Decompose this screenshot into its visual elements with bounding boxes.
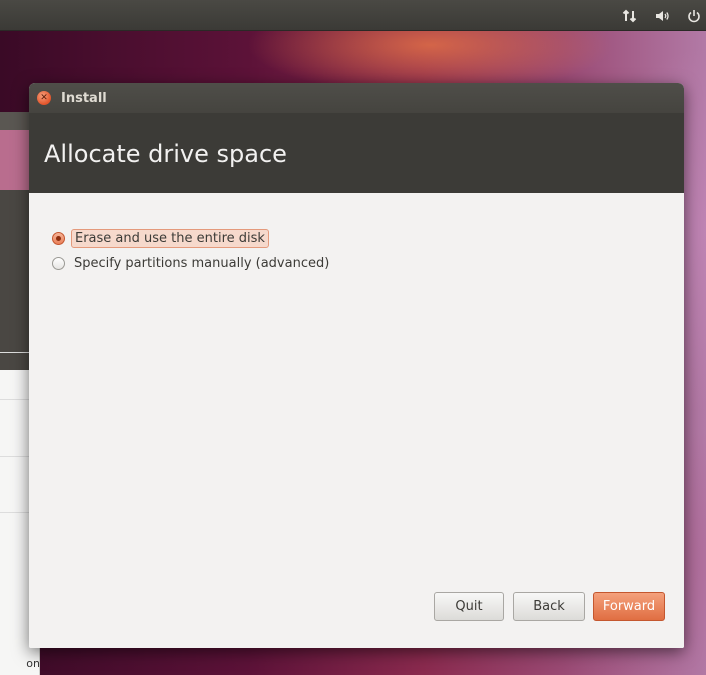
option-label: Specify partitions manually (advanced) [74,256,330,271]
system-tray [622,0,702,31]
radio-selected-icon[interactable] [52,232,65,245]
header-band: Allocate drive space [29,113,684,193]
volume-icon[interactable] [654,8,670,24]
option-label: Erase and use the entire disk [71,229,269,248]
close-icon[interactable]: ✕ [37,91,51,105]
forward-button[interactable]: Forward [593,592,665,621]
network-arrows-icon[interactable] [622,8,638,24]
page-title: Allocate drive space [44,140,287,168]
radio-unselected-icon[interactable] [52,257,65,270]
power-icon[interactable] [686,8,702,24]
option-erase-disk[interactable]: Erase and use the entire disk [52,229,269,248]
background-window-text: on [26,657,40,670]
install-window: ✕ Install Allocate drive space Erase and… [29,83,684,648]
window-title: Install [61,90,107,106]
back-button[interactable]: Back [513,592,585,621]
option-manual-partitions[interactable]: Specify partitions manually (advanced) [52,255,332,272]
top-panel [0,0,706,31]
quit-button[interactable]: Quit [434,592,504,621]
window-titlebar[interactable]: ✕ Install [29,83,684,113]
content-area: Erase and use the entire disk Specify pa… [29,193,684,648]
